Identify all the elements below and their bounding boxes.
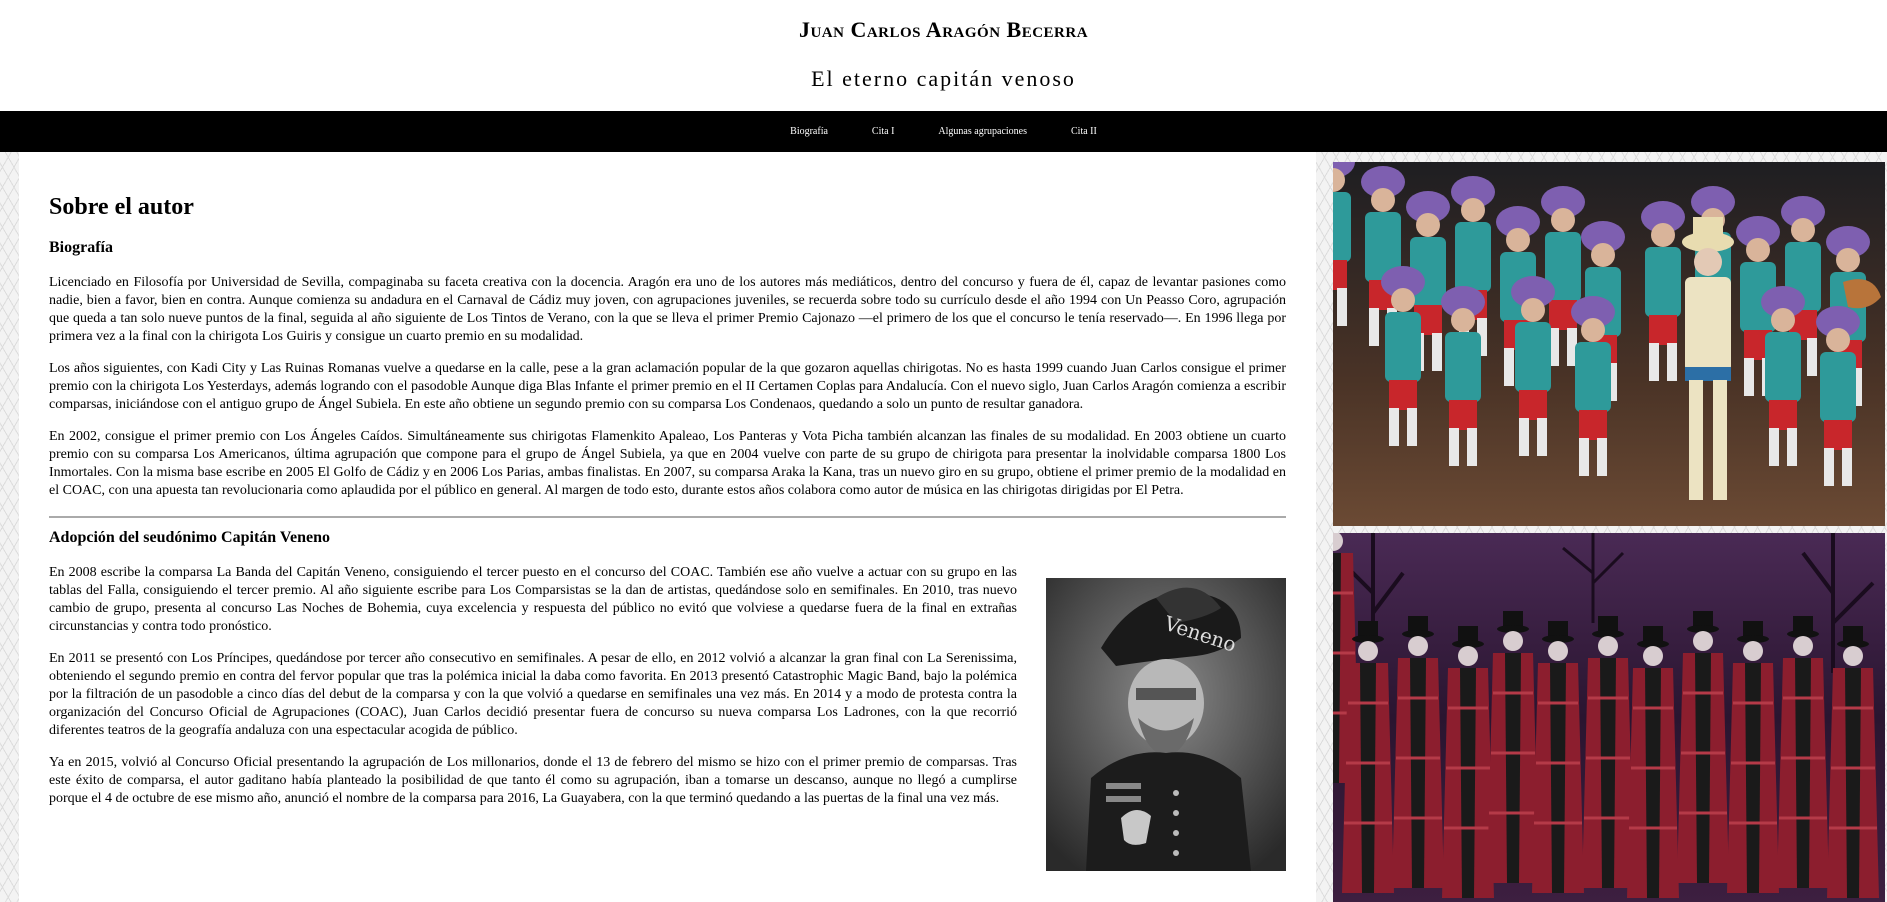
section-divider	[49, 516, 1286, 518]
portrait-illustration: Veneno	[1046, 578, 1286, 871]
bio-paragraph: Los años siguientes, con Kadi City y Las…	[49, 361, 1286, 412]
alias-paragraph: En 2011 se presentó con Los Príncipes, q…	[49, 651, 1017, 738]
section-title: Sobre el autor	[49, 194, 194, 220]
bio-paragraph: En 2002, consigue el primer premio con L…	[49, 429, 1286, 498]
bio-heading: Biografía	[49, 239, 113, 256]
comparsa-photo-red	[1333, 533, 1885, 902]
comparsa-photo-illustration-2	[1333, 533, 1885, 902]
alias-heading: Adopción del seudónimo Capitán Veneno	[49, 529, 330, 546]
nav-link-cita-1[interactable]: Cita I	[866, 126, 901, 137]
main-navigation: Biografía Cita I Algunas agrupaciones Ci…	[0, 111, 1887, 152]
portrait-photo: Veneno	[1046, 578, 1286, 871]
alias-section: En 2008 escribe la comparsa La Banda del…	[49, 564, 1286, 871]
comparsa-photo-illustration-1	[1333, 162, 1885, 526]
article[interactable]: Sobre el autor Biografía Licenciado en F…	[19, 152, 1316, 902]
nav-link-cita-2[interactable]: Cita II	[1065, 126, 1103, 137]
alias-paragraph: En 2008 escribe la comparsa La Banda del…	[49, 565, 1017, 634]
comparsa-photo-blue	[1333, 162, 1885, 526]
photo-column	[1333, 162, 1887, 902]
nav-link-agrupaciones[interactable]: Algunas agrupaciones	[932, 126, 1033, 137]
nav-link-biografia[interactable]: Biografía	[784, 126, 834, 137]
site-subtitle: El eterno capitán venoso	[811, 66, 1076, 91]
alias-paragraph: Ya en 2015, volvió al Concurso Oficial p…	[49, 755, 1017, 806]
site-header: Juan Carlos Aragón Becerra El eterno cap…	[0, 0, 1887, 111]
site-title: Juan Carlos Aragón Becerra	[798, 17, 1089, 42]
bio-paragraph: Licenciado en Filosofía por Universidad …	[49, 275, 1286, 344]
alias-text-column: En 2008 escribe la comparsa La Banda del…	[49, 564, 1017, 808]
content-area: Sobre el autor Biografía Licenciado en F…	[0, 152, 1887, 902]
